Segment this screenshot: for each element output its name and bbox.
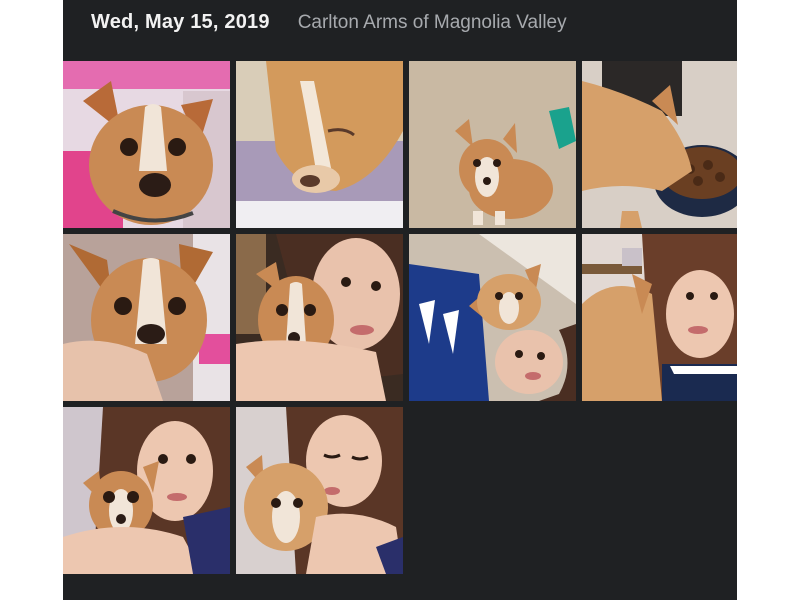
girl-holding-dog-image — [63, 407, 230, 574]
photo-thumbnail[interactable] — [63, 234, 230, 401]
dog-closeup-image — [63, 61, 230, 228]
photo-thumbnail[interactable] — [582, 61, 737, 228]
photo-thumbnail[interactable] — [236, 234, 403, 401]
photos-app-moment-view: Wed, May 15, 2019 Carlton Arms of Magnol… — [63, 0, 737, 600]
girl-kissing-dog-image — [582, 234, 737, 401]
photo-thumbnail[interactable] — [236, 407, 403, 574]
dog-eating-image — [582, 61, 737, 228]
photo-thumbnail[interactable] — [582, 234, 737, 401]
girl-kissing-dog-eyes-closed-image — [236, 407, 403, 574]
photo-thumbnail[interactable] — [236, 61, 403, 228]
girl-lying-with-dog-image — [409, 234, 576, 401]
photo-grid — [63, 61, 737, 574]
moment-date: Wed, May 15, 2019 — [91, 11, 270, 33]
girl-hugging-dog-image — [236, 234, 403, 401]
dog-on-carpet-image — [409, 61, 576, 228]
photo-thumbnail[interactable] — [63, 61, 230, 228]
photo-thumbnail[interactable] — [409, 61, 576, 228]
moment-location[interactable]: Carlton Arms of Magnolia Valley — [298, 12, 567, 34]
photo-thumbnail[interactable] — [63, 407, 230, 574]
photo-thumbnail[interactable] — [409, 234, 576, 401]
moment-header: Wed, May 15, 2019 Carlton Arms of Magnol… — [63, 0, 737, 45]
sleeping-dog-image — [236, 61, 403, 228]
dog-held-image — [63, 234, 230, 401]
